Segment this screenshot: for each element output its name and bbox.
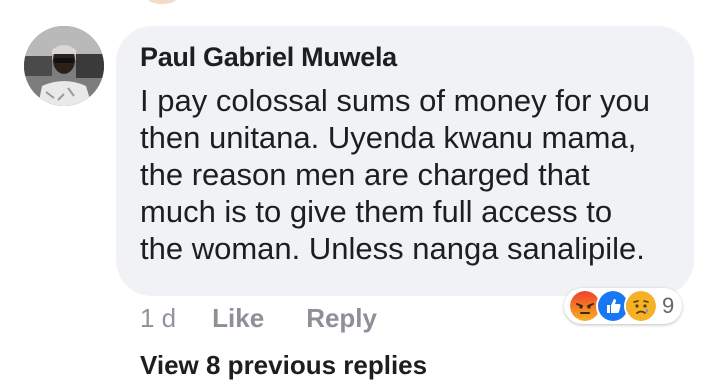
avatar-photo [24,26,104,106]
comment-actions: 1 d Like Reply [140,301,419,335]
reactions-summary[interactable]: 9 [564,288,683,324]
comment-timestamp[interactable]: 1 d [140,303,176,334]
view-previous-replies-link[interactable]: View 8 previous replies [140,350,427,381]
comment-text: I pay colossal sums of money for you the… [140,83,651,266]
comment-thread: Paul Gabriel Muwela I pay colossal sums … [0,0,720,392]
avatar[interactable] [24,26,104,106]
like-button[interactable]: Like [212,303,264,334]
reply-button[interactable]: Reply [306,303,377,334]
reaction-count: 9 [662,293,675,318]
comment-author-name[interactable]: Paul Gabriel Muwela [140,42,397,73]
sad-icon [624,289,658,323]
previous-item-edge [148,0,176,4]
